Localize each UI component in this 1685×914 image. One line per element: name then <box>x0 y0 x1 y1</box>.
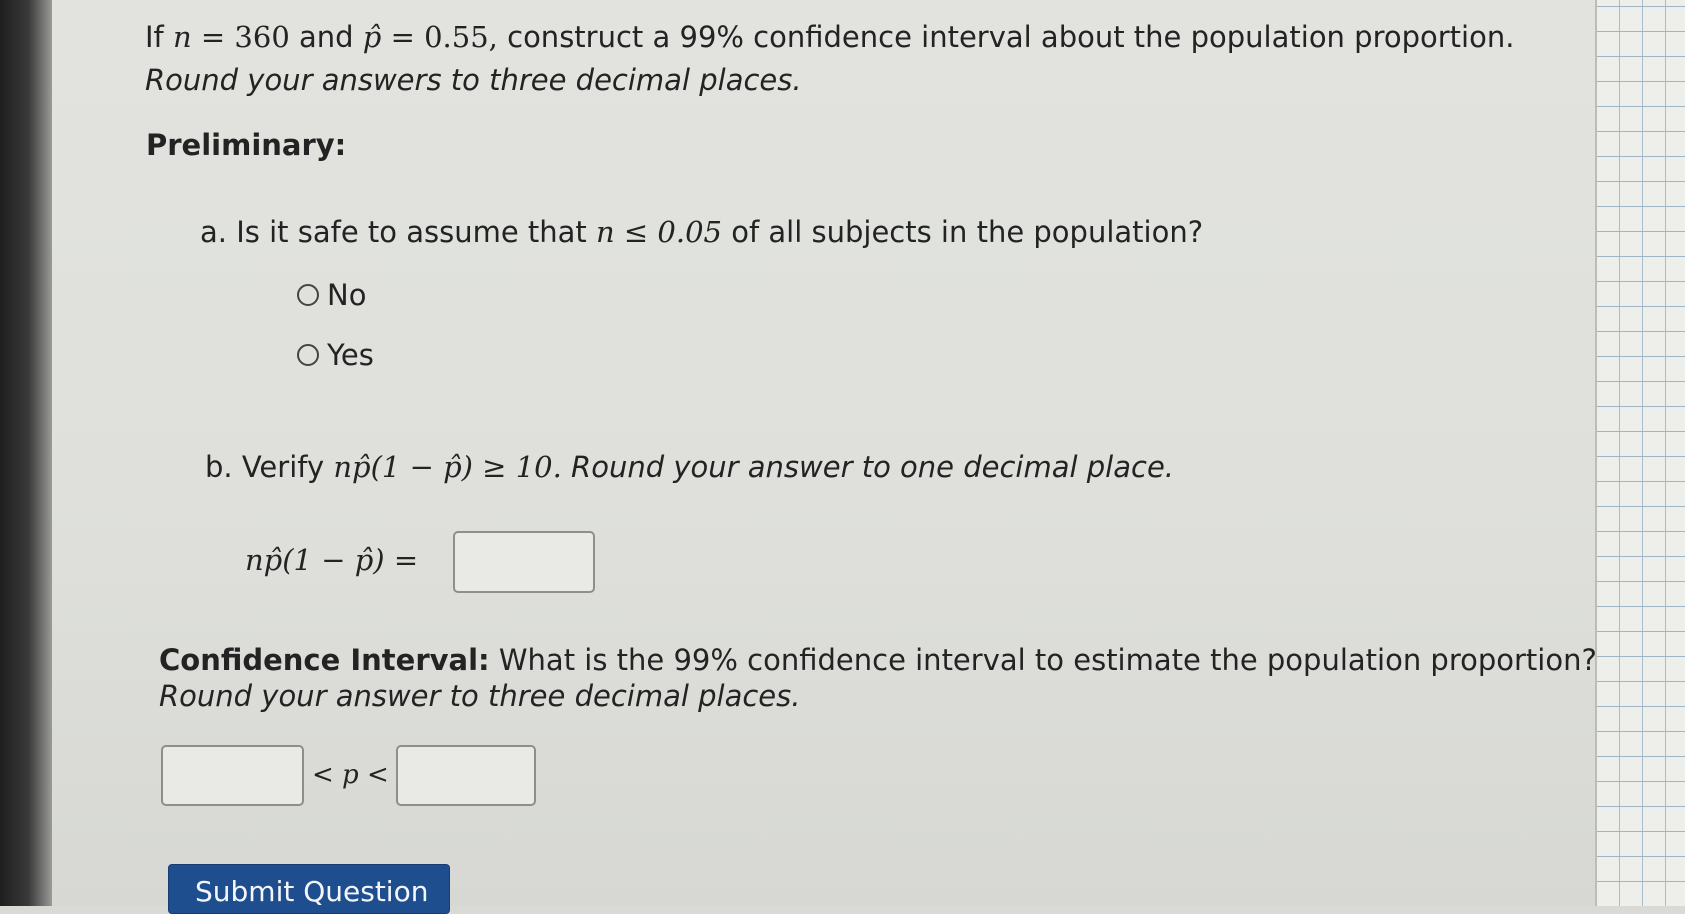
option-yes-label: Yes <box>327 338 374 372</box>
p-hat-symbol: p̂ <box>362 20 382 54</box>
part-b-math: np̂(1 − p̂) ≥ 10. <box>333 450 562 484</box>
part-a-suffix: of all subjects in the population? <box>731 215 1204 249</box>
radio-no[interactable] <box>297 284 319 306</box>
part-b-suffix: Round your answer to one decimal place. <box>571 450 1175 484</box>
option-no[interactable]: No <box>297 278 366 312</box>
part-a-prefix: a. Is it safe to assume that <box>200 215 587 249</box>
radio-yes[interactable] <box>297 344 319 366</box>
submit-question-button[interactable]: Submit Question <box>168 864 450 914</box>
ci-heading: Confidence Interval: <box>159 643 490 677</box>
intro-if: If <box>145 20 164 54</box>
ci-question: Confidence Interval: What is the 99% con… <box>159 643 1597 677</box>
part-a-math: n ≤ 0.05 <box>596 215 722 249</box>
part-b-lhs: np̂(1 − p̂) = <box>245 543 419 577</box>
option-no-label: No <box>327 278 367 312</box>
n-value: 360 <box>234 20 290 54</box>
and-word: and <box>299 20 354 54</box>
ci-upper-input[interactable] <box>396 745 536 806</box>
question-line-2: Round your answers to three decimal plac… <box>145 63 802 97</box>
ci-lower-input[interactable] <box>161 745 304 806</box>
part-b-prefix: b. Verify <box>205 450 325 484</box>
monitor-bezel <box>0 0 52 906</box>
preliminary-heading: Preliminary: <box>146 128 347 162</box>
ci-middle-text: < p < <box>312 760 389 790</box>
graph-paper-notebook <box>1595 0 1685 906</box>
n-symbol: n <box>172 20 192 54</box>
ci-text: What is the 99% confidence interval to e… <box>498 643 1597 677</box>
npq-answer-input[interactable] <box>453 531 595 593</box>
ci-line-2: Round your answer to three decimal place… <box>159 679 801 713</box>
equals-sign: = <box>200 20 226 54</box>
part-a-question: a. Is it safe to assume that n ≤ 0.05 of… <box>200 215 1203 249</box>
question-rest: construct a 99% confidence interval abou… <box>507 20 1515 54</box>
p-hat-value: 0.55, <box>424 20 498 54</box>
question-line-1: If n = 360 and p̂ = 0.55, construct a 99… <box>145 20 1514 54</box>
equals-sign-2: = <box>390 20 415 54</box>
option-yes[interactable]: Yes <box>297 338 374 372</box>
part-b-question: b. Verify np̂(1 − p̂) ≥ 10. Round your a… <box>205 450 1174 484</box>
